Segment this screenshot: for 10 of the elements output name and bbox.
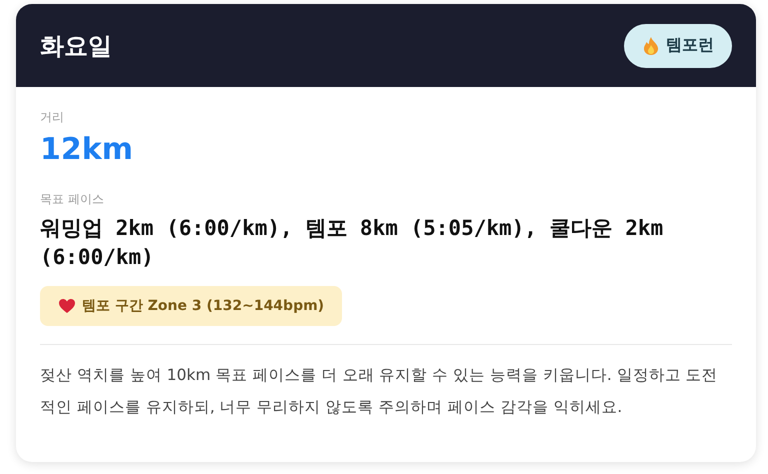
pace-value: 워밍업 2km (6:00/km), 템포 8km (5:05/km), 쿨다운 2km (6:00/km) [40,215,664,271]
description-text: 젖산 역치를 높여 10km 목표 페이스를 더 오래 유지할 수 있는 능력을 키웁니다. 일정하고 도전적인 페이스를 유지하되, 너무 무리하지 않도록 주의하며 페이스 감각을 익히세요. [40,365,719,418]
distance-value: 12km [40,132,134,167]
distance-label: 거리 [40,109,65,126]
pace-label: 목표 페이스 [40,191,105,208]
heart-rate-zone-tag: 템포 구간 Zone 3 (132~144bpm) [40,286,342,326]
heart-icon [58,298,76,314]
workout-type-badge: 템포런 [624,24,732,68]
day-title: 화요일 [40,30,112,62]
fire-icon [642,36,660,56]
